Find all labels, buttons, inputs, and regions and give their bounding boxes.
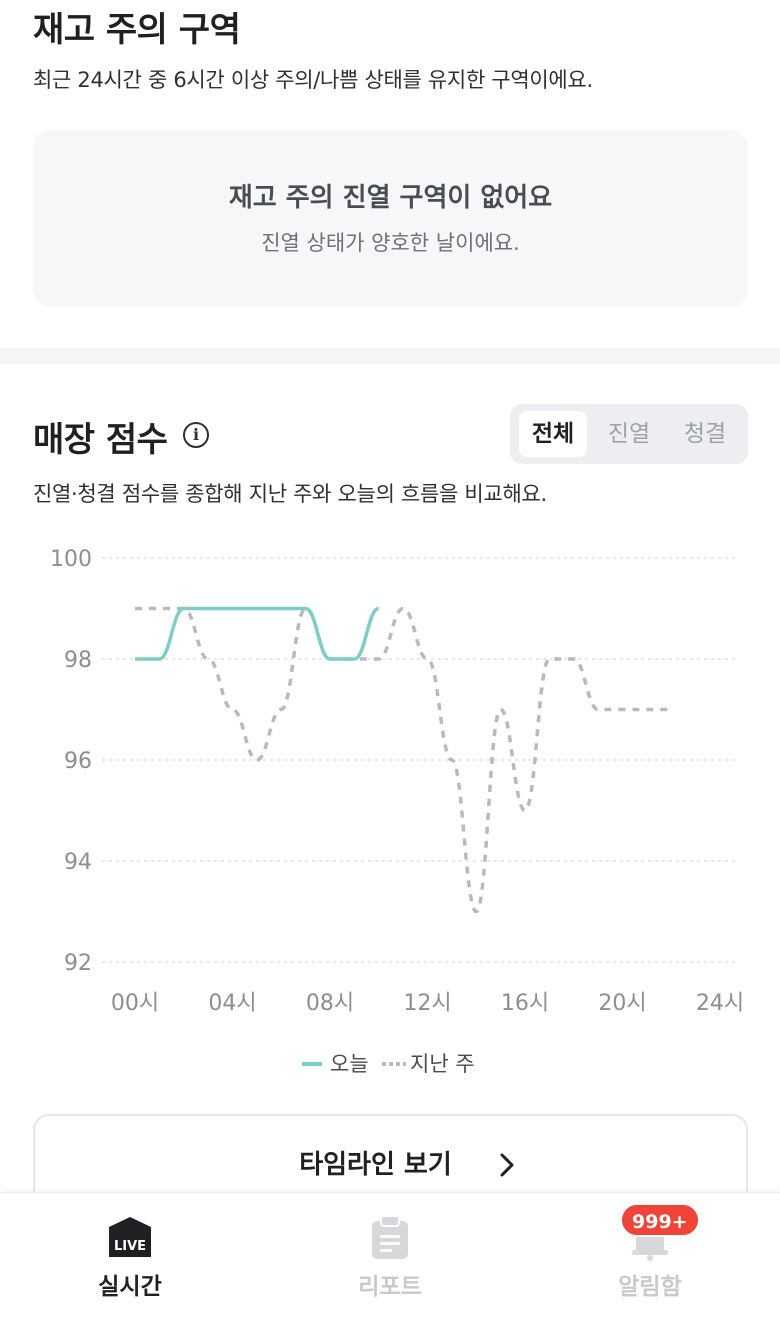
tab-report-label: 리포트	[358, 1274, 422, 1300]
live-icon-text: LIVE	[114, 1239, 146, 1254]
score-line-chart: 92 94 96 98 100 00시 04시 08시 12시 16시 20시 24시	[50, 547, 744, 1016]
x-tick-label: 00시	[111, 991, 159, 1016]
timeline-view-label: 타임라인 보기	[299, 1150, 452, 1180]
tab-live-label: 실시간	[98, 1274, 162, 1300]
live-icon: LIVE	[109, 1217, 151, 1257]
y-tick-label: 98	[64, 648, 92, 673]
x-tick-label: 08시	[306, 991, 354, 1016]
empty-state-subtitle: 진열 상태가 양호한 날이에요.	[261, 231, 520, 255]
x-tick-label: 24시	[696, 991, 744, 1016]
legend-today-label: 오늘	[330, 1052, 369, 1076]
y-tick-label: 92	[64, 951, 92, 976]
empty-state-title: 재고 주의 진열 구역이 없어요	[228, 183, 553, 213]
store-score-title: 매장 점수	[33, 420, 168, 460]
legend-last-week-swatch	[382, 1062, 406, 1066]
segment-display[interactable]: 진열	[594, 411, 664, 457]
y-tick-label: 94	[64, 850, 92, 875]
section-divider	[0, 348, 780, 364]
stock-alert-title: 재고 주의 구역	[33, 10, 241, 50]
tab-report[interactable]: 리포트	[260, 1193, 520, 1328]
x-tick-label: 20시	[598, 991, 646, 1016]
legend-last-week-label: 지난 주	[410, 1052, 475, 1076]
clipboard-icon	[372, 1215, 408, 1259]
score-filter-segmented-control: 전체 진열 청결	[510, 404, 748, 464]
series-today-line	[134, 606, 380, 661]
tab-live[interactable]: LIVE 실시간	[0, 1193, 260, 1328]
segment-cleanliness[interactable]: 청결	[670, 411, 740, 457]
y-tick-label: 96	[64, 749, 92, 774]
x-tick-label: 12시	[403, 991, 451, 1016]
notification-count-badge: 999+	[620, 1203, 700, 1237]
x-tick-label: 04시	[208, 991, 256, 1016]
legend-today-swatch	[302, 1062, 322, 1066]
stock-alert-empty-card: 재고 주의 진열 구역이 없어요 진열 상태가 양호한 날이에요.	[33, 130, 748, 307]
x-tick-label: 16시	[501, 991, 549, 1016]
y-tick-label: 100	[50, 547, 92, 572]
info-circle-icon[interactable]: i	[183, 422, 209, 448]
store-score-description: 진열·청결 점수를 종합해 지난 주와 오늘의 흐름을 비교해요.	[33, 482, 547, 506]
chevron-right-icon	[500, 1153, 514, 1177]
stock-alert-description: 최근 24시간 중 6시간 이상 주의/나쁨 상태를 유지한 구역이에요.	[33, 68, 593, 92]
segment-all[interactable]: 전체	[519, 411, 587, 457]
tab-notifications-label: 알림함	[618, 1274, 682, 1300]
